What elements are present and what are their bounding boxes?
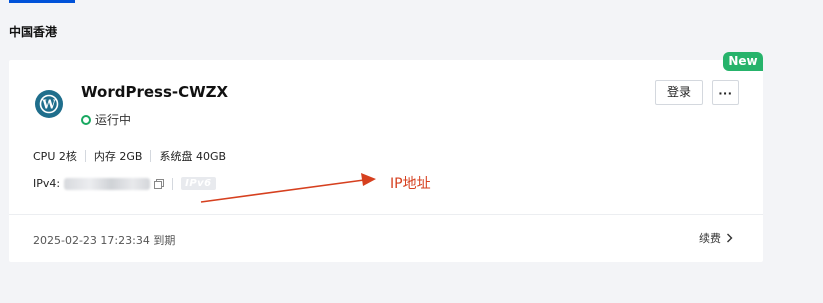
ip-divider	[172, 177, 174, 190]
copy-icon[interactable]	[154, 178, 165, 189]
renew-link[interactable]: 续费	[699, 230, 733, 246]
login-button[interactable]: 登录	[655, 80, 703, 105]
spec-divider	[84, 150, 86, 162]
status-dot-icon	[81, 114, 91, 125]
chevron-right-icon	[726, 233, 733, 243]
instance-status: 运行中	[81, 111, 131, 128]
expiry-date: 2025-02-23 17:23:34 到期	[33, 234, 176, 247]
ipv4-label: IPv4:	[33, 177, 61, 190]
instance-name[interactable]: WordPress-CWZX	[81, 83, 228, 101]
instance-specs: CPU 2核 内存 2GB 系统盘 40GB	[33, 148, 226, 164]
instance-card: New W WordPress-CWZX 运行中 登录 ··· CPU 2核 内…	[9, 52, 763, 262]
status-label: 运行中	[95, 113, 132, 127]
svg-text:W: W	[41, 98, 56, 112]
region-title: 中国香港	[9, 25, 58, 39]
ipv4-address-redacted	[64, 177, 151, 190]
annotation-label: IP地址	[390, 176, 431, 192]
card-divider	[9, 214, 763, 215]
spec-memory: 内存 2GB	[93, 150, 143, 163]
more-actions-button[interactable]: ···	[712, 80, 739, 105]
active-tab-indicator	[9, 0, 75, 3]
ipv6-badge: IPv6	[181, 177, 216, 190]
renew-label: 续费	[699, 232, 721, 245]
ipv4-row: IPv4: IPv6	[33, 177, 216, 190]
spec-disk: 系统盘 40GB	[159, 150, 227, 163]
spec-divider	[150, 150, 152, 162]
wordpress-icon: W	[35, 90, 63, 118]
new-badge: New	[723, 52, 763, 71]
spec-cpu: CPU 2核	[33, 150, 77, 163]
